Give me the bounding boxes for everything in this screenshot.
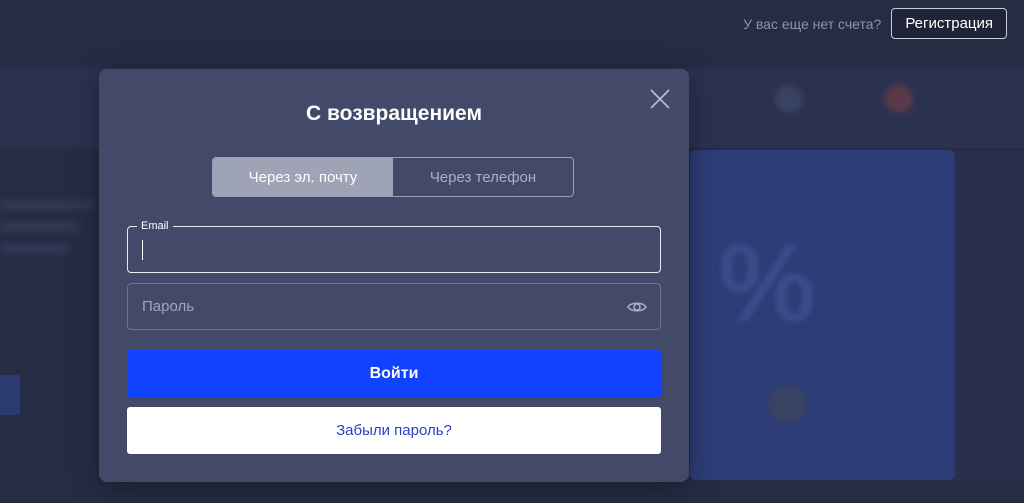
background-percent-graphic: % [718,222,816,345]
password-placeholder: Пароль [142,298,195,315]
header-auth-area: У вас еще нет счета? Регистрация [743,7,1007,40]
email-field[interactable]: Email [127,219,661,273]
text-cursor [142,240,143,260]
register-button[interactable]: Регистрация [891,8,1007,39]
modal-title: С возвращением [306,102,482,125]
background-accent [0,375,20,415]
login-method-tabs: Через эл. почту Через телефон [212,157,574,197]
forgot-password-button[interactable]: Забыли пароль? [127,407,661,454]
email-field-label: Email [137,219,173,233]
background-blurred-icon [768,385,806,423]
password-field[interactable]: Пароль [127,283,661,330]
background-blurred-icon [775,85,803,113]
tab-email[interactable]: Через эл. почту [213,158,393,196]
background-blurred-icon [885,85,913,113]
background-text-line [0,200,95,210]
no-account-text: У вас еще нет счета? [743,15,882,32]
background-text-line [0,222,80,232]
background-side-panel [955,150,1024,480]
background-text-line [0,244,70,254]
login-modal: С возвращением Через эл. почту Через тел… [99,69,689,482]
tab-phone[interactable]: Через телефон [393,158,573,196]
login-button[interactable]: Войти [127,350,661,397]
eye-icon[interactable] [626,297,648,317]
